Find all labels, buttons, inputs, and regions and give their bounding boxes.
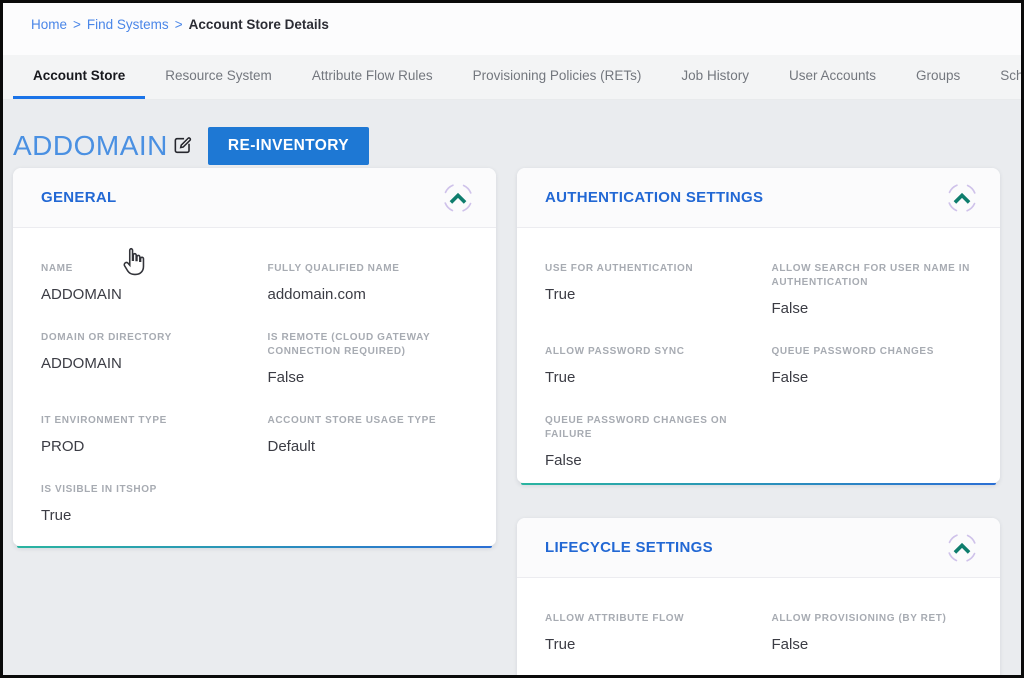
field-value: Default <box>268 437 469 457</box>
general-card-header: GENERAL <box>13 168 496 228</box>
field-value: False <box>772 299 973 319</box>
field-label: FULLY QUALIFIED NAME <box>268 262 469 276</box>
field-name: NAME ADDOMAIN <box>41 262 242 305</box>
breadcrumb: Home > Find Systems > Account Store Deta… <box>3 3 1021 55</box>
field-value: True <box>545 285 746 305</box>
breadcrumb-separator: > <box>73 17 81 32</box>
tab-provisioning-policies[interactable]: Provisioning Policies (RETs) <box>453 55 662 99</box>
collapse-icon[interactable] <box>942 178 982 218</box>
general-card: GENERAL NAME ADDOMAIN FULLY QUALIFIED NA… <box>13 168 496 548</box>
breadcrumb-separator: > <box>175 17 183 32</box>
field-value: True <box>41 506 242 526</box>
field-value: False <box>268 368 469 388</box>
field-label: ALLOW SEARCH FOR USER NAME IN AUTHENTICA… <box>772 262 973 290</box>
field-value: ADDOMAIN <box>41 354 242 374</box>
field-label: IS VISIBLE IN ITSHOP <box>41 483 242 497</box>
field-label: QUEUE PASSWORD CHANGES <box>772 345 973 359</box>
field-value: True <box>545 635 746 655</box>
breadcrumb-current-page: Account Store Details <box>189 17 329 32</box>
field-value: False <box>545 451 746 471</box>
field-label: ACCOUNT STORE USAGE TYPE <box>268 414 469 428</box>
field-label: ALLOW PROVISIONING (BY RET) <box>772 612 973 626</box>
field-it-environment-type: IT ENVIRONMENT TYPE PROD <box>41 414 242 457</box>
field-value: False <box>772 368 973 388</box>
field-is-visible-in-itshop: IS VISIBLE IN ITSHOP True <box>41 483 242 526</box>
field-label: ALLOW PASSWORD SYNC <box>545 345 746 359</box>
re-inventory-button[interactable]: RE-INVENTORY <box>208 127 369 165</box>
field-allow-attribute-flow: ALLOW ATTRIBUTE FLOW True <box>545 612 746 655</box>
breadcrumb-link-find-systems[interactable]: Find Systems <box>87 17 169 32</box>
authentication-card-header: AUTHENTICATION SETTINGS <box>517 168 1000 228</box>
edit-icon[interactable] <box>172 135 194 157</box>
authentication-card-body: USE FOR AUTHENTICATION True ALLOW SEARCH… <box>517 228 1000 497</box>
title-row: ADDOMAIN RE-INVENTORY <box>13 126 369 166</box>
field-label: ALLOW ATTRIBUTE FLOW <box>545 612 746 626</box>
field-label: IS REMOTE (CLOUD GATEWAY CONNECTION REQU… <box>268 331 469 359</box>
authentication-settings-card: AUTHENTICATION SETTINGS USE FOR AUTHENTI… <box>517 168 1000 485</box>
collapse-icon[interactable] <box>438 178 478 218</box>
app-window: Home > Find Systems > Account Store Deta… <box>0 0 1024 678</box>
field-value: ADDOMAIN <box>41 285 242 305</box>
general-card-title: GENERAL <box>41 189 116 206</box>
field-is-remote: IS REMOTE (CLOUD GATEWAY CONNECTION REQU… <box>268 331 469 388</box>
field-account-store-usage-type: ACCOUNT STORE USAGE TYPE Default <box>268 414 469 457</box>
field-value: False <box>772 635 973 655</box>
field-allow-provisioning-by-ret: ALLOW PROVISIONING (BY RET) False <box>772 612 973 655</box>
page-title: ADDOMAIN <box>13 130 168 162</box>
collapse-icon[interactable] <box>942 528 982 568</box>
general-card-body: NAME ADDOMAIN FULLY QUALIFIED NAME addom… <box>13 228 496 552</box>
tab-user-accounts[interactable]: User Accounts <box>769 55 896 99</box>
tab-groups[interactable]: Groups <box>896 55 980 99</box>
field-queue-password-changes-on-failure: QUEUE PASSWORD CHANGES ON FAILURE False <box>545 414 746 471</box>
tab-schema[interactable]: Schema <box>980 55 1024 99</box>
lifecycle-card-title: LIFECYCLE SETTINGS <box>545 539 713 556</box>
field-queue-password-changes: QUEUE PASSWORD CHANGES False <box>772 345 973 388</box>
lifecycle-settings-card: LIFECYCLE SETTINGS ALLOW ATTRIBUTE FLOW … <box>517 518 1000 678</box>
field-value: addomain.com <box>268 285 469 305</box>
field-value: PROD <box>41 437 242 457</box>
breadcrumb-link-home[interactable]: Home <box>31 17 67 32</box>
field-label: IT ENVIRONMENT TYPE <box>41 414 242 428</box>
field-label: DOMAIN OR DIRECTORY <box>41 331 242 345</box>
lifecycle-card-body: ALLOW ATTRIBUTE FLOW True ALLOW PROVISIO… <box>517 578 1000 678</box>
tab-bar: Account Store Resource System Attribute … <box>3 55 1021 100</box>
tab-account-store[interactable]: Account Store <box>13 55 145 99</box>
main-content: ADDOMAIN RE-INVENTORY GENERAL <box>3 100 1021 678</box>
field-domain-or-directory: DOMAIN OR DIRECTORY ADDOMAIN <box>41 331 242 388</box>
tab-attribute-flow-rules[interactable]: Attribute Flow Rules <box>292 55 453 99</box>
tab-resource-system[interactable]: Resource System <box>145 55 292 99</box>
field-label: QUEUE PASSWORD CHANGES ON FAILURE <box>545 414 746 442</box>
field-label: NAME <box>41 262 242 276</box>
lifecycle-card-header: LIFECYCLE SETTINGS <box>517 518 1000 578</box>
field-fully-qualified-name: FULLY QUALIFIED NAME addomain.com <box>268 262 469 305</box>
field-allow-search-for-user-name: ALLOW SEARCH FOR USER NAME IN AUTHENTICA… <box>772 262 973 319</box>
field-allow-password-sync: ALLOW PASSWORD SYNC True <box>545 345 746 388</box>
field-label: USE FOR AUTHENTICATION <box>545 262 746 276</box>
field-value: True <box>545 368 746 388</box>
tab-job-history[interactable]: Job History <box>661 55 769 99</box>
field-use-for-authentication: USE FOR AUTHENTICATION True <box>545 262 746 319</box>
authentication-card-title: AUTHENTICATION SETTINGS <box>545 189 763 206</box>
